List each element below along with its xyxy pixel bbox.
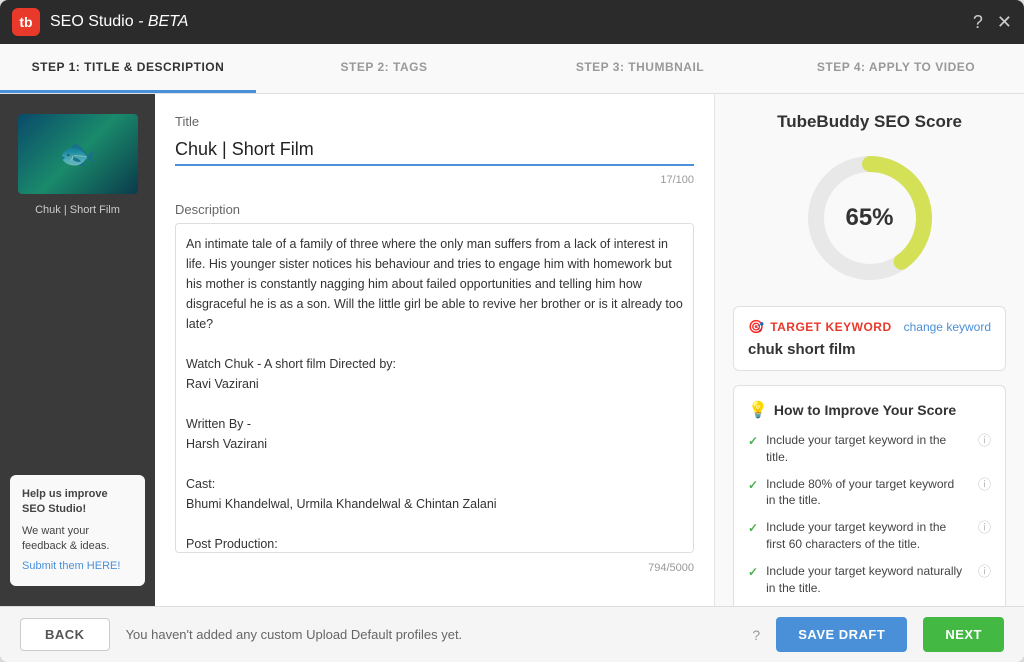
improve-item-text-1: Include your target keyword in the title… <box>766 432 966 466</box>
info-icon-3[interactable]: ⓘ <box>978 519 991 537</box>
right-panel: TubeBuddy SEO Score 65% 🎯 <box>714 94 1024 606</box>
donut-chart: 65% <box>800 148 940 288</box>
title-input-wrap <box>175 135 694 166</box>
improve-item-text-4: Include your target keyword naturally in… <box>766 563 966 597</box>
main-content: 🐟 Chuk | Short Film Help us improve SEO … <box>0 94 1024 606</box>
improve-item-text-3: Include your target keyword in the first… <box>766 519 966 553</box>
change-keyword-link[interactable]: change keyword <box>904 320 991 334</box>
back-button[interactable]: BACK <box>20 618 110 651</box>
video-label: Chuk | Short Film <box>35 204 120 216</box>
next-button[interactable]: NEXT <box>923 617 1004 652</box>
check-icon-3: ✓ <box>748 520 758 537</box>
steps-nav: STEP 1: TITLE & DESCRIPTION STEP 2: TAGS… <box>0 44 1024 94</box>
improve-title: 💡 How to Improve Your Score <box>748 400 991 420</box>
description-textarea[interactable]: An intimate tale of a family of three wh… <box>175 223 694 553</box>
close-icon[interactable]: ✕ <box>997 12 1012 33</box>
bulb-icon: 💡 <box>748 400 768 420</box>
improve-item-3: ✓ Include your target keyword in the fir… <box>748 519 991 553</box>
seo-score-value: 65% <box>845 204 893 232</box>
description-area: An intimate tale of a family of three wh… <box>175 223 694 558</box>
tab-step3[interactable]: STEP 3: THUMBNAIL <box>512 44 768 93</box>
info-icon-4[interactable]: ⓘ <box>978 563 991 581</box>
description-label: Description <box>175 202 694 217</box>
keyword-value: chuk short film <box>748 341 991 358</box>
video-thumbnail: 🐟 <box>18 114 138 194</box>
app-title: SEO Studio - BETA <box>50 13 973 31</box>
feedback-heading: Help us improve SEO Studio! <box>22 487 133 518</box>
improve-item-1: ✓ Include your target keyword in the tit… <box>748 432 991 466</box>
check-icon-4: ✓ <box>748 564 758 581</box>
status-text: You haven't added any custom Upload Defa… <box>126 627 733 642</box>
left-sidebar: 🐟 Chuk | Short Film Help us improve SEO … <box>0 94 155 606</box>
check-icon-2: ✓ <box>748 477 758 494</box>
improve-item-4: ✓ Include your target keyword naturally … <box>748 563 991 597</box>
tab-step4[interactable]: STEP 4: APPLY TO VIDEO <box>768 44 1024 93</box>
bottom-bar: BACK You haven't added any custom Upload… <box>0 606 1024 662</box>
feedback-body: We want your feedback & ideas. <box>22 524 133 555</box>
seo-score-title: TubeBuddy SEO Score <box>733 112 1006 132</box>
save-draft-button[interactable]: SAVE DRAFT <box>776 617 907 652</box>
info-icon-1[interactable]: ⓘ <box>978 432 991 450</box>
check-icon-1: ✓ <box>748 433 758 450</box>
donut-chart-container: 65% <box>733 148 1006 288</box>
feedback-link[interactable]: Submit them HERE! <box>22 559 133 574</box>
description-char-count: 794/5000 <box>175 562 694 574</box>
target-keyword-label: TARGET KEYWORD <box>770 320 903 334</box>
center-content: Title 17/100 Description An intimate tal… <box>155 94 714 606</box>
improve-item-2: ✓ Include 80% of your target keyword in … <box>748 476 991 510</box>
title-label: Title <box>175 114 694 129</box>
tab-step1[interactable]: STEP 1: TITLE & DESCRIPTION <box>0 44 256 93</box>
improve-item-text-2: Include 80% of your target keyword in th… <box>766 476 966 510</box>
tab-step2[interactable]: STEP 2: TAGS <box>256 44 512 93</box>
help-icon-sm[interactable]: ? <box>752 627 760 643</box>
titlebar-actions: ? ✕ <box>973 12 1012 33</box>
title-input[interactable] <box>175 135 694 166</box>
help-icon[interactable]: ? <box>973 12 983 33</box>
app-logo: tb <box>12 8 40 36</box>
improve-box: 💡 How to Improve Your Score ✓ Include yo… <box>733 385 1006 606</box>
target-keyword-box: 🎯 TARGET KEYWORD change keyword chuk sho… <box>733 306 1006 371</box>
target-icon: 🎯 <box>748 319 764 335</box>
titlebar: tb SEO Studio - BETA ? ✕ <box>0 0 1024 44</box>
title-char-count: 17/100 <box>175 174 694 186</box>
feedback-box: Help us improve SEO Studio! We want your… <box>10 475 145 586</box>
info-icon-2[interactable]: ⓘ <box>978 476 991 494</box>
